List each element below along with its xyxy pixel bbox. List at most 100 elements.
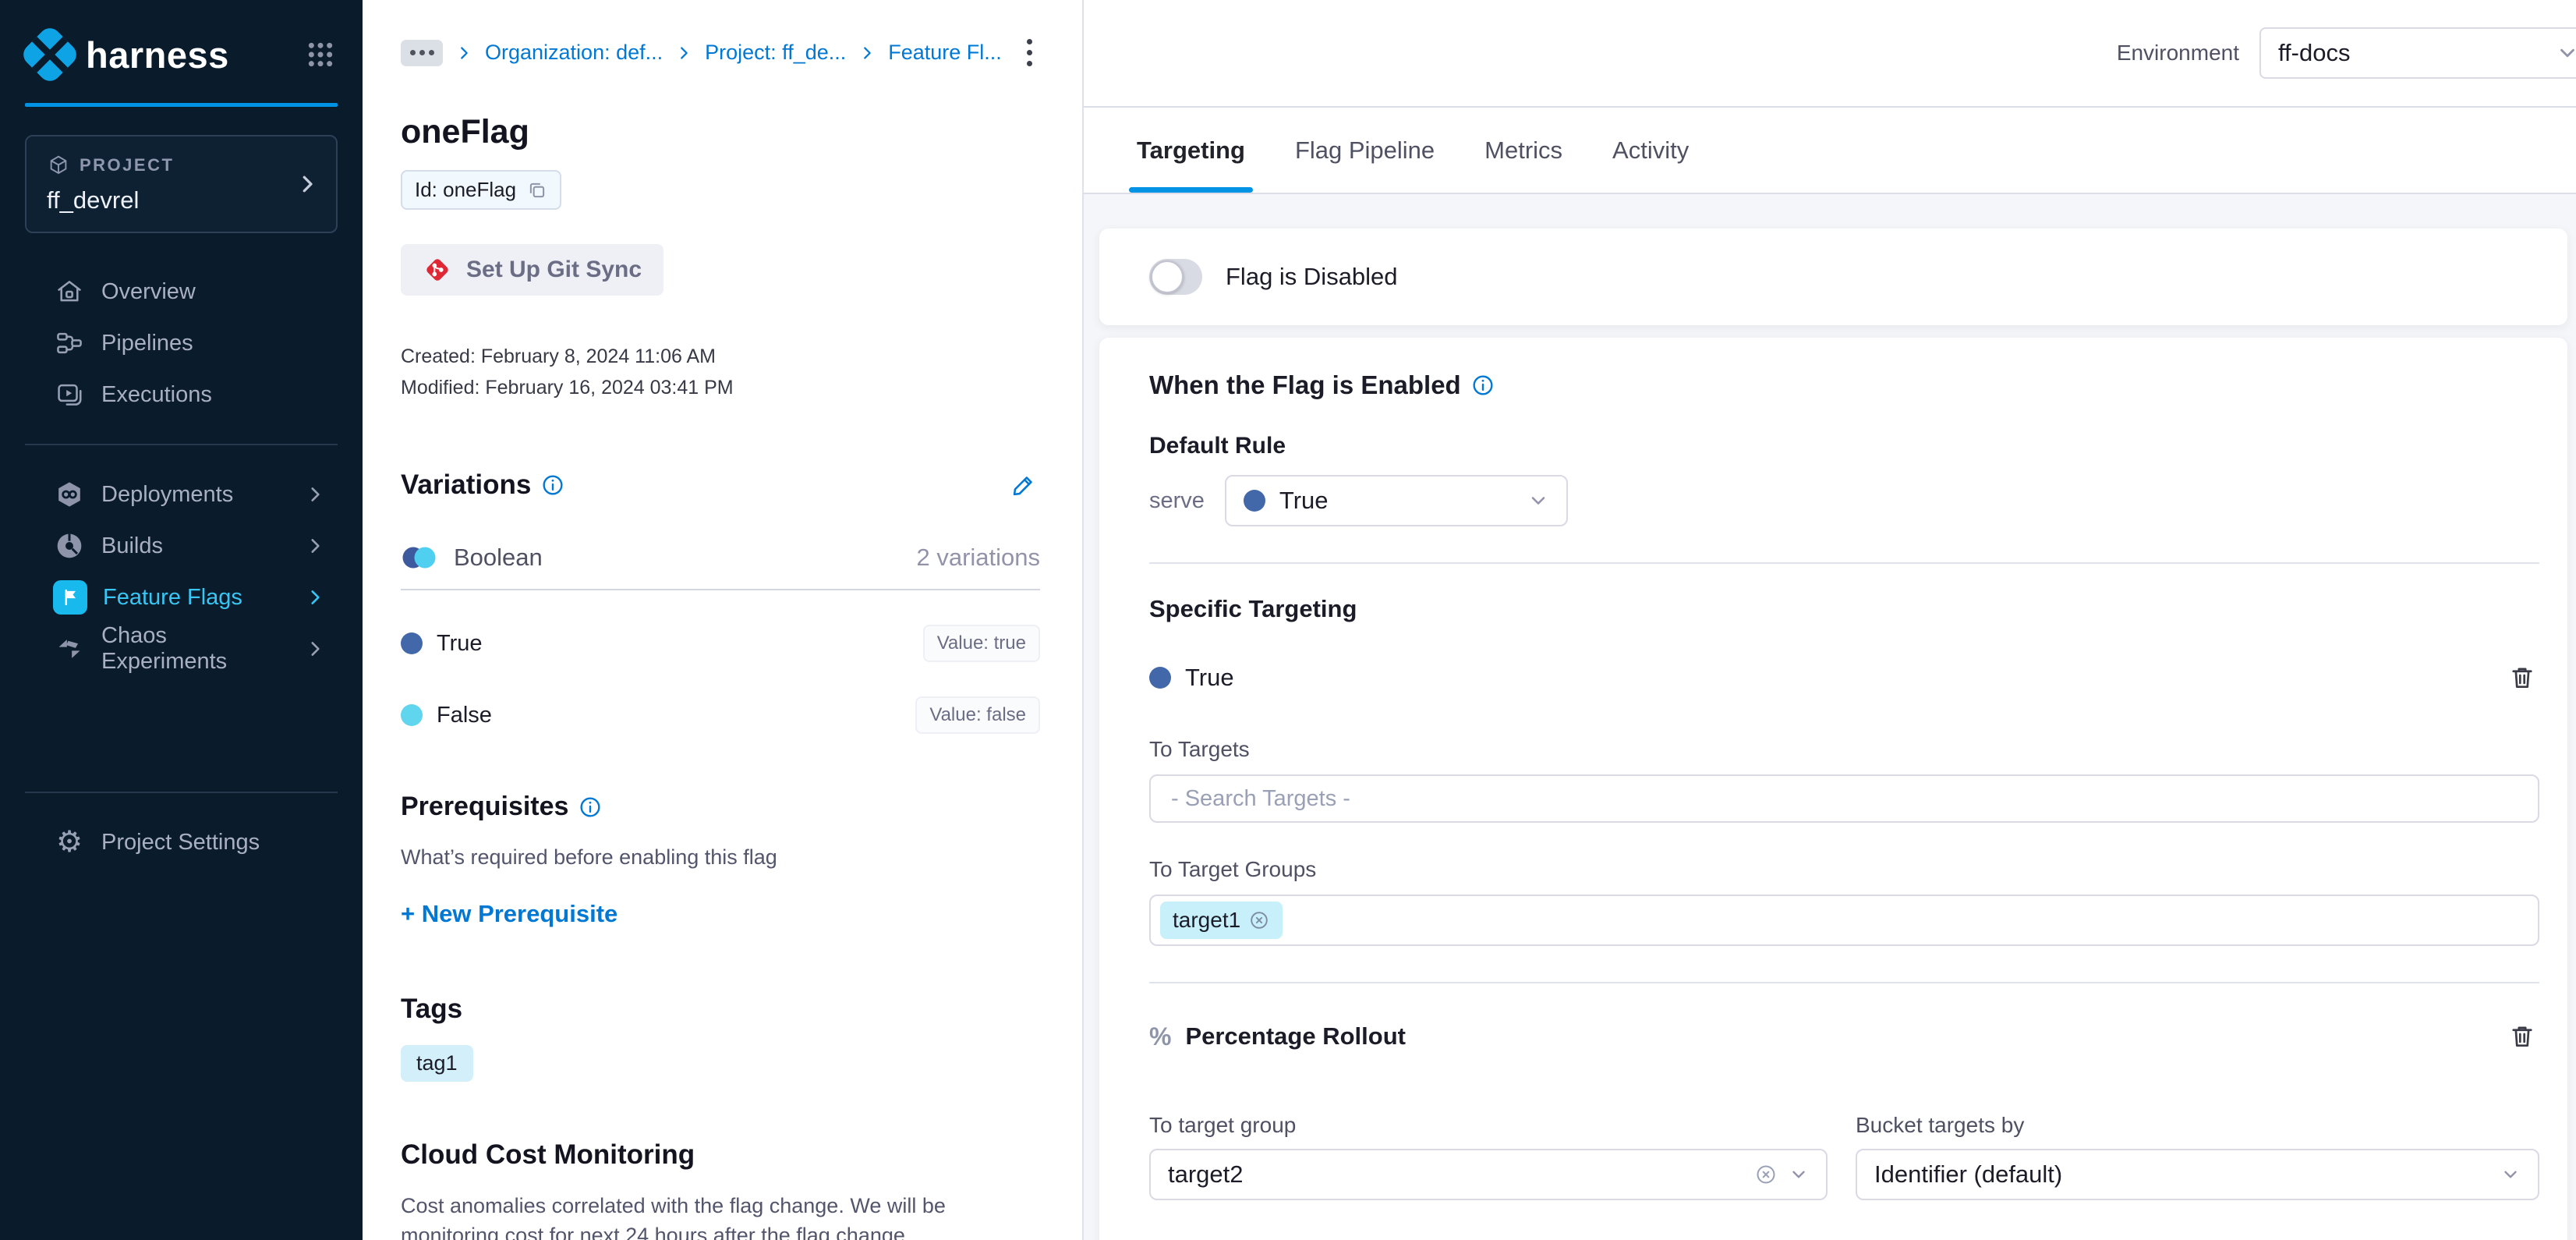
- targeting-panel: Environment ff-docs Targeting Flag Pipel…: [1084, 0, 2576, 1240]
- cube-icon: [47, 154, 70, 177]
- to-targets-label: To Targets: [1149, 737, 2539, 762]
- rollout-target-group-label: To target group: [1149, 1113, 1828, 1138]
- chevron-right-icon: [305, 536, 325, 556]
- flag-id-text: Id: oneFlag: [415, 178, 516, 202]
- breadcrumb-organization[interactable]: Organization: def...: [485, 41, 663, 65]
- info-icon[interactable]: [542, 474, 564, 496]
- feature-flags-icon: [53, 580, 87, 615]
- more-options-icon[interactable]: [1019, 34, 1040, 71]
- variation-true-dot: [401, 632, 423, 654]
- bucket-targets-select[interactable]: Identifier (default): [1856, 1149, 2539, 1200]
- prerequisites-heading: Prerequisites: [401, 792, 568, 822]
- pipelines-icon: [53, 327, 86, 360]
- tab-targeting[interactable]: Targeting: [1137, 108, 1245, 193]
- to-target-groups-label: To Target Groups: [1149, 857, 2539, 882]
- git-sync-label: Set Up Git Sync: [466, 257, 642, 283]
- divider: [1149, 562, 2539, 564]
- boolean-type-icon: [401, 544, 438, 572]
- default-rule-heading: Default Rule: [1149, 433, 2539, 459]
- sidebar-item-label: Chaos Experiments: [101, 623, 289, 675]
- chevron-down-icon: [2500, 1164, 2521, 1185]
- chevron-right-icon: [305, 484, 325, 505]
- chevron-right-icon: [295, 172, 319, 196]
- sidebar-item-label: Builds: [101, 533, 163, 559]
- app-root: harness PROJECT ff_devrel: [0, 0, 2576, 1240]
- chevron-right-icon: [858, 44, 876, 62]
- app-launcher-icon[interactable]: [305, 39, 336, 70]
- executions-icon: [53, 378, 86, 411]
- rollout-target-group-select[interactable]: target2: [1149, 1149, 1828, 1200]
- variation-count: 2 variations: [916, 544, 1040, 572]
- variation-true-dot: [1244, 490, 1265, 512]
- variation-type-label: Boolean: [454, 544, 543, 572]
- environment-header: Environment ff-docs: [1084, 0, 2576, 108]
- copy-icon[interactable]: [527, 180, 547, 200]
- remove-chip-icon[interactable]: [1248, 909, 1270, 931]
- delete-targeting-rule-button[interactable]: [2505, 661, 2539, 695]
- tab-activity[interactable]: Activity: [1612, 108, 1689, 193]
- clear-selection-icon[interactable]: [1754, 1163, 1778, 1186]
- sidebar-item-builds[interactable]: Builds: [0, 520, 363, 572]
- sidebar-item-executions[interactable]: Executions: [0, 369, 363, 420]
- sidebar-item-project-settings[interactable]: ⚙ Project Settings: [0, 817, 363, 868]
- flag-enabled-toggle[interactable]: [1149, 259, 1202, 295]
- default-rule-serve-select[interactable]: True: [1225, 475, 1568, 526]
- sidebar-item-overview[interactable]: Overview: [0, 266, 363, 317]
- flag-tabs: Targeting Flag Pipeline Metrics Activity: [1084, 108, 2576, 194]
- breadcrumb: Organization: def... Project: ff_de... F…: [401, 34, 1040, 71]
- project-name: ff_devrel: [47, 186, 316, 214]
- sidebar-item-label: Feature Flags: [103, 585, 242, 611]
- bucket-targets-label: Bucket targets by: [1856, 1113, 2539, 1138]
- chevron-down-icon: [1527, 490, 1549, 512]
- deployments-icon: [53, 478, 86, 511]
- flag-state-label: Flag is Disabled: [1226, 263, 1398, 291]
- enabled-heading: When the Flag is Enabled: [1149, 370, 1461, 400]
- divider: [1149, 982, 2539, 983]
- variation-row-false: False Value: false: [401, 696, 1040, 734]
- chevron-down-icon: [1789, 1164, 1809, 1185]
- tag-chip[interactable]: tag1: [401, 1045, 473, 1082]
- builds-icon: [53, 530, 86, 562]
- variation-name: False: [437, 703, 492, 728]
- specific-variation-name: True: [1185, 664, 1234, 692]
- new-prerequisite-button[interactable]: + New Prerequisite: [401, 900, 617, 928]
- project-label: PROJECT: [80, 155, 174, 175]
- breadcrumb-project[interactable]: Project: ff_de...: [705, 41, 846, 65]
- sidebar-nav: Overview Pipelines: [0, 266, 363, 868]
- info-icon[interactable]: [579, 796, 601, 818]
- breadcrumb-ellipsis-button[interactable]: [401, 40, 443, 66]
- sidebar-divider: [25, 444, 338, 445]
- variation-true-dot: [1149, 667, 1171, 689]
- info-icon[interactable]: [1472, 374, 1494, 396]
- tab-metrics[interactable]: Metrics: [1484, 108, 1562, 193]
- git-icon: [423, 255, 452, 285]
- delete-rollout-button[interactable]: [2505, 1019, 2539, 1054]
- sidebar-accent-divider: [25, 103, 338, 107]
- sidebar-item-feature-flags[interactable]: Feature Flags: [0, 572, 363, 623]
- edit-variations-button[interactable]: [1007, 469, 1040, 501]
- breadcrumb-feature-flags[interactable]: Feature Fl...: [888, 41, 1002, 65]
- variations-heading: Variations: [401, 469, 531, 501]
- flag-id-badge[interactable]: Id: oneFlag: [401, 170, 561, 210]
- tab-flag-pipeline[interactable]: Flag Pipeline: [1295, 108, 1435, 193]
- target-groups-input[interactable]: target1: [1149, 895, 2539, 946]
- home-icon: [53, 275, 86, 308]
- rollout-target-group-value: target2: [1168, 1160, 1244, 1189]
- sidebar-item-chaos-experiments[interactable]: Chaos Experiments: [0, 623, 363, 675]
- variation-false-dot: [401, 704, 423, 726]
- sidebar-item-pipelines[interactable]: Pipelines: [0, 317, 363, 369]
- environment-select[interactable]: ff-docs: [2259, 27, 2576, 79]
- harness-logo-icon: [19, 23, 80, 85]
- search-targets-input[interactable]: [1149, 774, 2539, 823]
- project-selector[interactable]: PROJECT ff_devrel: [25, 135, 338, 233]
- cloud-cost-heading: Cloud Cost Monitoring: [401, 1139, 695, 1171]
- setup-git-sync-button[interactable]: Set Up Git Sync: [401, 244, 663, 296]
- sidebar-divider: [25, 792, 338, 793]
- variation-value-badge: Value: true: [923, 625, 1040, 662]
- chevron-right-icon: [675, 44, 692, 62]
- percent-icon: %: [1149, 1022, 1171, 1051]
- modified-timestamp: Modified: February 16, 2024 03:41 PM: [401, 372, 1040, 403]
- variation-row-true: True Value: true: [401, 625, 1040, 662]
- sidebar-item-deployments[interactable]: Deployments: [0, 469, 363, 520]
- environment-label: Environment: [2117, 41, 2239, 66]
